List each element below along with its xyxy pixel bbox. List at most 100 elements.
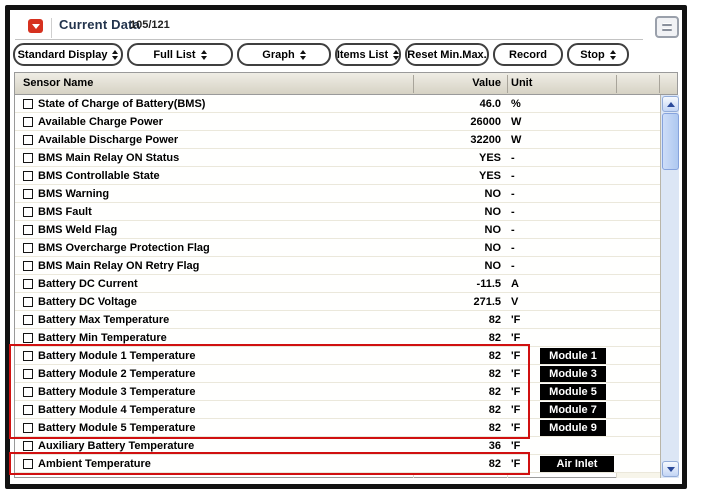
row-checkbox[interactable]	[23, 117, 33, 127]
table-row[interactable]: Battery Module 1 Temperature 82 'F	[15, 347, 660, 365]
sensor-unit: 'F	[511, 386, 520, 398]
table-row[interactable]: Battery Module 4 Temperature 82 'F	[15, 401, 660, 419]
sensor-value: NO	[403, 188, 501, 200]
table-row[interactable]: Battery DC Current -11.5 A	[15, 275, 660, 293]
table-row[interactable]: BMS Warning NO -	[15, 185, 660, 203]
row-checkbox[interactable]	[23, 153, 33, 163]
row-checkbox[interactable]	[23, 279, 33, 289]
red-dropdown-icon[interactable]	[28, 19, 43, 33]
table-row[interactable]: Available Charge Power 26000 W	[15, 113, 660, 131]
sensor-name: Available Charge Power	[38, 116, 163, 128]
sensor-value: 82	[403, 404, 501, 416]
scrollbar-thumb[interactable]	[662, 113, 679, 170]
toolbar-button-full-list[interactable]: Full List	[127, 43, 233, 66]
table-row[interactable]: Battery Module 3 Temperature 82 'F	[15, 383, 660, 401]
table-row[interactable]: Available Discharge Power 32200 W	[15, 131, 660, 149]
table-row[interactable]: Battery DC Voltage 271.5 V	[15, 293, 660, 311]
sensor-value: 32200	[403, 134, 501, 146]
column-header-sensor-name: Sensor Name	[23, 77, 93, 89]
sensor-value: YES	[403, 152, 501, 164]
sensor-name: Ambient Temperature	[38, 458, 151, 470]
table-row[interactable]: Ambient Temperature 82 'F	[15, 455, 660, 473]
row-checkbox[interactable]	[23, 171, 33, 181]
title-divider	[51, 18, 52, 38]
sensor-unit: %	[511, 98, 521, 110]
table-row[interactable]: Battery Module 5 Temperature 82 'F	[15, 419, 660, 437]
sensor-name: Auxiliary Battery Temperature	[38, 440, 194, 452]
table-body: State of Charge of Battery(BMS) 46.0 % A…	[15, 95, 660, 478]
toolbar-button-graph[interactable]: Graph	[237, 43, 331, 66]
row-checkbox[interactable]	[23, 387, 33, 397]
sensor-value: YES	[403, 170, 501, 182]
scroll-up-button[interactable]	[662, 96, 679, 112]
row-checkbox[interactable]	[23, 243, 33, 253]
sensor-unit: -	[511, 224, 515, 236]
row-checkbox[interactable]	[23, 189, 33, 199]
sensor-unit: 'F	[511, 440, 520, 452]
sensor-unit: -	[511, 152, 515, 164]
table-row[interactable]: Battery Module 2 Temperature 82 'F	[15, 365, 660, 383]
sensor-name: BMS Warning	[38, 188, 109, 200]
toolbar-button-items-list[interactable]: Items List	[335, 43, 401, 66]
column-header-unit: Unit	[511, 77, 532, 89]
sensor-name: BMS Controllable State	[38, 170, 160, 182]
sensor-value: NO	[403, 224, 501, 236]
row-checkbox[interactable]	[23, 207, 33, 217]
title-bar: Current Data 105/121	[10, 10, 682, 40]
sensor-table: Sensor Name Value Unit State of Charge o…	[14, 72, 678, 478]
sensor-unit: -	[511, 242, 515, 254]
sensor-value: 82	[403, 350, 501, 362]
table-row[interactable]: Battery Min Temperature 82 'F	[15, 329, 660, 347]
row-checkbox[interactable]	[23, 459, 33, 469]
table-row[interactable]: State of Charge of Battery(BMS) 46.0 %	[15, 95, 660, 113]
table-row[interactable]: BMS Main Relay ON Status YES -	[15, 149, 660, 167]
list-icon[interactable]	[655, 16, 679, 38]
sensor-name: BMS Overcharge Protection Flag	[38, 242, 210, 254]
row-checkbox[interactable]	[23, 333, 33, 343]
row-checkbox[interactable]	[23, 225, 33, 235]
table-row[interactable]: Auxiliary Battery Temperature 36 'F	[15, 437, 660, 455]
sensor-name: BMS Main Relay ON Retry Flag	[38, 260, 199, 272]
spinner-arrows-icon	[610, 50, 616, 60]
toolbar-button-reset-min-max[interactable]: Reset Min.Max.	[405, 43, 489, 66]
row-checkbox[interactable]	[23, 99, 33, 109]
sensor-name: Battery DC Voltage	[38, 296, 137, 308]
row-checkbox[interactable]	[23, 423, 33, 433]
toolbar-button-standard-display[interactable]: Standard Display	[13, 43, 123, 66]
toolbar-button-record[interactable]: Record	[493, 43, 563, 66]
spinner-arrows-icon	[201, 50, 207, 60]
sensor-unit: 'F	[511, 368, 520, 380]
sensor-unit: W	[511, 116, 521, 128]
toolbar-button-stop[interactable]: Stop	[567, 43, 629, 66]
sensor-unit: 'F	[511, 422, 520, 434]
row-checkbox[interactable]	[23, 405, 33, 415]
row-checkbox[interactable]	[23, 135, 33, 145]
table-row[interactable]: BMS Fault NO -	[15, 203, 660, 221]
sensor-value: 82	[403, 314, 501, 326]
sensor-unit: 'F	[511, 314, 520, 326]
sensor-value: NO	[403, 242, 501, 254]
sensor-unit: 'F	[511, 350, 520, 362]
row-checkbox[interactable]	[23, 441, 33, 451]
row-checkbox[interactable]	[23, 297, 33, 307]
sensor-name: Battery Module 4 Temperature	[38, 404, 196, 416]
row-checkbox[interactable]	[23, 315, 33, 325]
vertical-scrollbar[interactable]	[660, 95, 679, 478]
table-row[interactable]: BMS Controllable State YES -	[15, 167, 660, 185]
sensor-name: Battery Module 3 Temperature	[38, 386, 196, 398]
sensor-unit: -	[511, 260, 515, 272]
table-row[interactable]: Battery Max Temperature 82 'F	[15, 311, 660, 329]
sensor-unit: -	[511, 206, 515, 218]
table-row[interactable]: BMS Main Relay ON Retry Flag NO -	[15, 257, 660, 275]
row-checkbox[interactable]	[23, 261, 33, 271]
sensor-unit: 'F	[511, 332, 520, 344]
row-checkbox[interactable]	[23, 351, 33, 361]
sensor-unit: V	[511, 296, 518, 308]
row-checkbox[interactable]	[23, 369, 33, 379]
table-row[interactable]: BMS Overcharge Protection Flag NO -	[15, 239, 660, 257]
scroll-down-button[interactable]	[662, 461, 679, 477]
sensor-unit: A	[511, 278, 519, 290]
chevron-up-icon	[667, 102, 675, 107]
table-header: Sensor Name Value Unit	[15, 73, 677, 95]
table-row[interactable]: BMS Weld Flag NO -	[15, 221, 660, 239]
